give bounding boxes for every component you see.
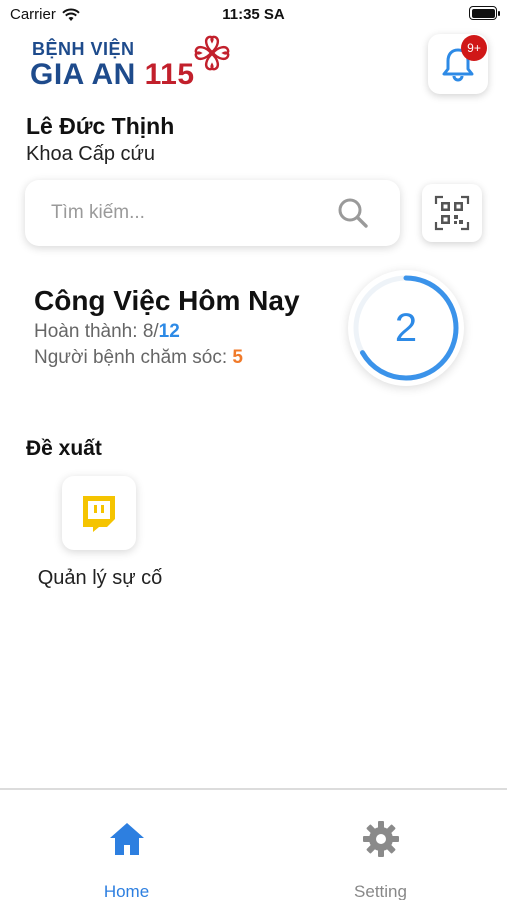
tab-home[interactable]: Home <box>0 790 253 900</box>
suggestion-label: Quản lý sự cố <box>37 567 163 589</box>
search-icon[interactable] <box>337 197 369 229</box>
tab-setting[interactable]: Setting <box>254 790 507 900</box>
chat-alert-icon <box>83 496 115 532</box>
completed-label: Hoàn thành: <box>34 321 143 342</box>
suggestion-incident-management[interactable]: Quản lý sự cố <box>30 476 170 626</box>
logo-line2: GIA AN 115 <box>30 58 195 92</box>
notification-badge: 9+ <box>461 35 487 61</box>
gear-icon <box>362 821 399 857</box>
qr-code-icon <box>434 195 470 231</box>
progress-ring[interactable]: 2 <box>348 270 464 386</box>
total-value: 12 <box>158 321 180 342</box>
hospital-logo: BỆNH VIỆN GIA AN 115 <box>30 33 240 95</box>
logo-line2-text: GIA AN <box>30 58 136 91</box>
logo-line2-number: 115 <box>144 58 195 91</box>
patients-label: Người bệnh chăm sóc: <box>34 347 233 368</box>
patients-value: 5 <box>232 347 243 368</box>
suggestions-title: Đề xuất <box>26 437 102 460</box>
search-bar <box>25 180 400 246</box>
tab-setting-label: Setting <box>354 882 407 900</box>
user-department: Khoa Cấp cứu <box>26 143 156 165</box>
home-icon <box>109 823 144 855</box>
completed-line: Hoàn thành: 8/12 <box>34 321 180 342</box>
user-name: Lê Đức Thịnh <box>26 113 175 139</box>
search-input[interactable] <box>51 180 331 246</box>
progress-value: 2 <box>394 305 418 350</box>
status-time: 11:35 SA <box>222 6 285 23</box>
completed-value: 8 <box>142 321 154 342</box>
tab-home-label: Home <box>103 882 150 900</box>
suggestion-icon-box[interactable] <box>62 476 136 550</box>
tab-bar: Home Setting <box>0 788 507 900</box>
qr-scan-button[interactable] <box>422 184 482 242</box>
clover-logo-icon <box>194 35 230 71</box>
logo-line1: BỆNH VIỆN <box>32 39 135 59</box>
today-tasks-title: Công Việc Hôm Nay <box>34 285 300 316</box>
status-bar: Carrier 11:35 SA <box>0 0 507 30</box>
patients-line: Người bệnh chăm sóc: 5 <box>34 347 243 369</box>
battery-icon <box>469 6 500 20</box>
